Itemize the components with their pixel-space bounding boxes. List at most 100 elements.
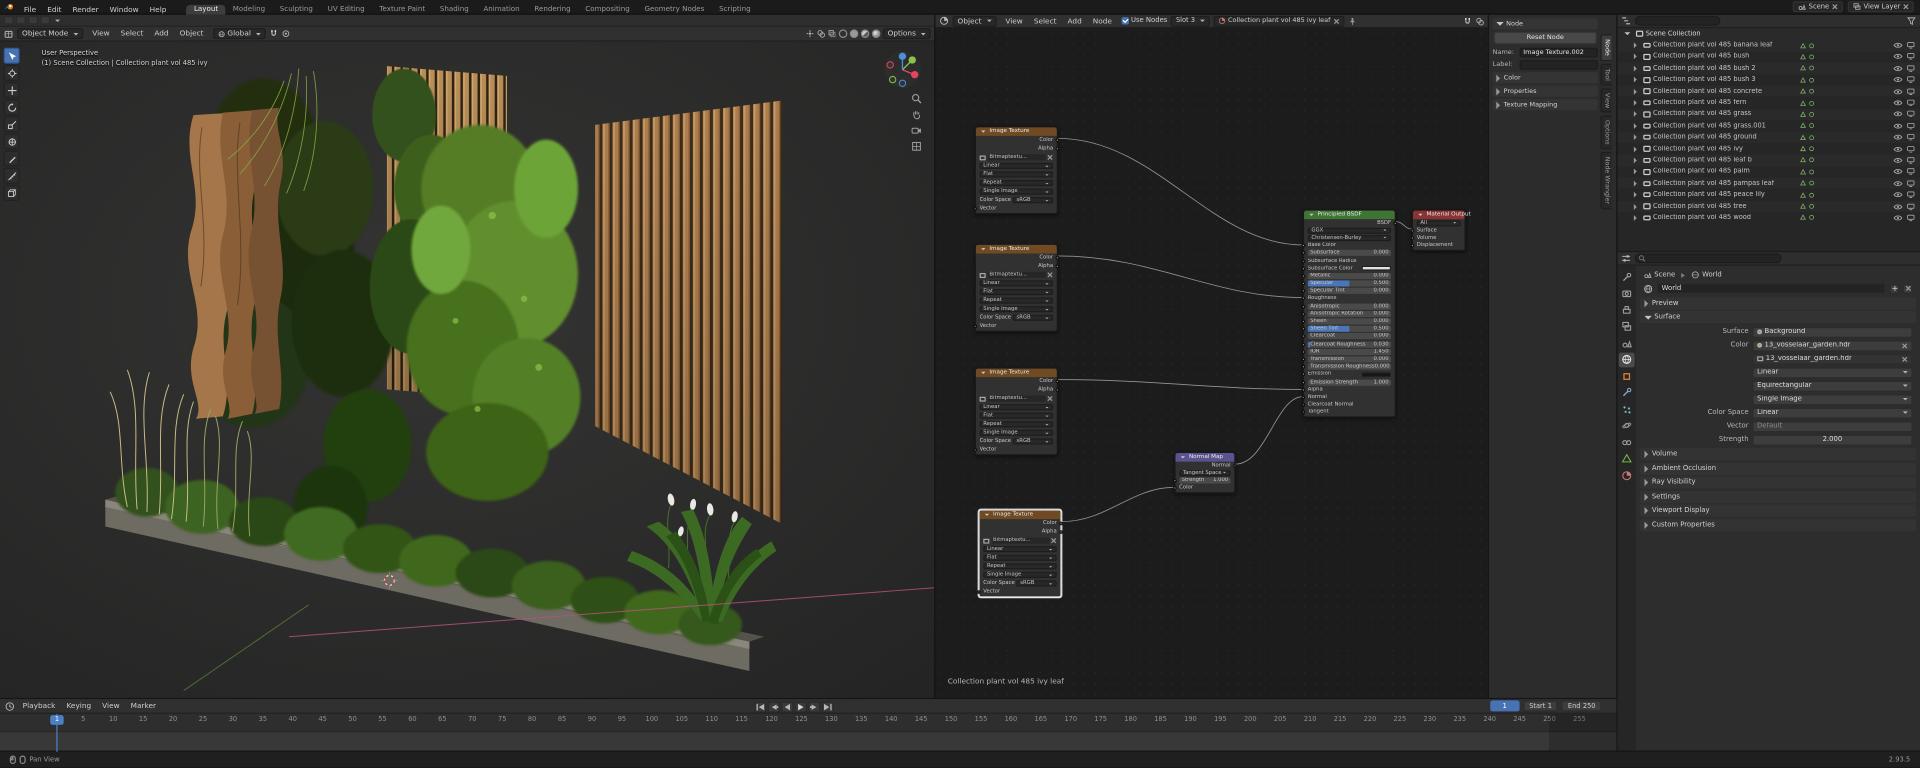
image-texture-node[interactable]: Image Texture Color Alpha Bitmaptextu...… bbox=[973, 126, 1059, 215]
proportional-edit-icon[interactable] bbox=[281, 29, 290, 38]
bsdf-input-row[interactable]: Clearcoat Roughness 0.030 bbox=[1301, 340, 1395, 348]
output-alpha[interactable]: Alpha bbox=[980, 528, 1063, 537]
input-socket[interactable] bbox=[1410, 228, 1415, 233]
image-datablock-field[interactable]: 13_vosselaar_garden.hdr bbox=[1752, 353, 1913, 365]
expand-icon[interactable] bbox=[1633, 134, 1637, 141]
surface-shader-button[interactable]: Background bbox=[1752, 326, 1913, 338]
collection-row[interactable]: Collection plant vol 485 grass bbox=[1617, 108, 1920, 121]
tab-modifiers[interactable] bbox=[1619, 385, 1635, 400]
topbar-menu-item[interactable]: File bbox=[18, 6, 41, 15]
sidebar-tab[interactable]: Node bbox=[1600, 34, 1612, 61]
alpha-socket[interactable] bbox=[1058, 530, 1063, 534]
jump-start-button[interactable] bbox=[754, 701, 767, 713]
collection-row[interactable]: Collection plant vol 485 peace lily bbox=[1618, 189, 1920, 200]
input-socket[interactable] bbox=[1301, 334, 1306, 339]
current-frame-field[interactable]: 1 bbox=[1490, 700, 1520, 712]
sidebar-tab[interactable]: View bbox=[1600, 87, 1612, 113]
collection-row[interactable]: Collection plant vol 485 wood bbox=[1618, 212, 1920, 223]
material-slot-dropdown[interactable]: Slot 3 bbox=[1171, 15, 1210, 27]
tab-constraints[interactable] bbox=[1619, 435, 1635, 450]
strength-socket[interactable] bbox=[1173, 478, 1177, 483]
properties-section-header[interactable]: Custom Properties bbox=[1639, 518, 1917, 531]
color-space-dropdown[interactable]: sRGB bbox=[1012, 438, 1054, 445]
view-layer-selector[interactable]: View Layer bbox=[1847, 1, 1914, 13]
collection-row[interactable]: Collection plant vol 485 bush 3 bbox=[1618, 74, 1920, 85]
vector-socket[interactable] bbox=[973, 448, 978, 452]
workspace-tab[interactable]: Compositing bbox=[578, 4, 637, 14]
hide-viewport-eye-icon[interactable] bbox=[1893, 168, 1903, 175]
hide-viewport-eye-icon[interactable] bbox=[1893, 134, 1903, 141]
shader-menu-item[interactable]: Select bbox=[1028, 17, 1062, 26]
normal-map-node[interactable]: Normal Map Normal Tangent Space Strength… bbox=[1173, 451, 1237, 494]
expand-icon[interactable] bbox=[1633, 122, 1637, 129]
tab-physics[interactable] bbox=[1619, 418, 1635, 433]
zoom-icon[interactable] bbox=[911, 93, 922, 104]
node-canvas[interactable]: Image Texture Color Alpha Bitmaptextu...… bbox=[935, 28, 1488, 698]
scene-selector[interactable]: Scene bbox=[1792, 1, 1843, 13]
input-socket[interactable] bbox=[1301, 365, 1306, 369]
collapse-icon[interactable] bbox=[981, 248, 986, 251]
show-gizmo-icon[interactable] bbox=[806, 29, 815, 38]
pin-icon[interactable] bbox=[1348, 17, 1357, 26]
distribution-dropdown[interactable]: GGX bbox=[1307, 227, 1392, 234]
new-world-button[interactable] bbox=[1889, 283, 1900, 294]
input-socket[interactable] bbox=[1410, 243, 1415, 248]
expand-icon[interactable] bbox=[1633, 145, 1637, 152]
close-icon[interactable] bbox=[1902, 342, 1908, 348]
start-frame-field[interactable]: Start 1 bbox=[1523, 700, 1559, 712]
hide-viewport-eye-icon[interactable] bbox=[1893, 180, 1903, 187]
bsdf-input-row[interactable]: Subsurface Radius bbox=[1301, 257, 1395, 265]
image-texture-node[interactable]: Image Texture Color Alpha Bitmaptextu...… bbox=[973, 243, 1059, 332]
space-dropdown[interactable]: Tangent Space bbox=[1179, 469, 1231, 477]
workspace-tab[interactable]: Rendering bbox=[527, 4, 578, 14]
pan-hand-icon[interactable] bbox=[911, 109, 922, 120]
tab-render[interactable] bbox=[1619, 286, 1635, 301]
color-socket[interactable] bbox=[1055, 138, 1059, 143]
collection-row[interactable]: Collection plant vol 485 banana leaf bbox=[1617, 39, 1920, 52]
node-header[interactable]: Image Texture bbox=[979, 510, 1061, 520]
tab-material[interactable] bbox=[1619, 468, 1635, 483]
image-datablock[interactable]: Bitmaptextu... bbox=[976, 394, 1057, 403]
bsdf-input-row[interactable]: Subsurface Color bbox=[1301, 265, 1395, 273]
tool-add-cube[interactable] bbox=[3, 184, 20, 201]
unlink-image-icon[interactable] bbox=[1047, 154, 1053, 160]
surface-section-header[interactable]: Surface bbox=[1639, 311, 1917, 324]
properties-section-header[interactable]: Ray Visibility bbox=[1639, 476, 1917, 489]
input-socket[interactable] bbox=[1301, 243, 1306, 248]
image-datablock[interactable]: Bitmaptextu... bbox=[980, 536, 1061, 545]
strength-slider[interactable]: 2.000 bbox=[1752, 434, 1913, 446]
tool-option-icon[interactable] bbox=[28, 15, 38, 25]
source-dropdown[interactable]: Single Image bbox=[983, 571, 1057, 578]
disable-render-icon[interactable] bbox=[1907, 134, 1916, 141]
image-datablock[interactable]: Bitmaptextu... bbox=[976, 271, 1057, 280]
tool-annotate[interactable] bbox=[3, 150, 20, 167]
input-socket[interactable] bbox=[1301, 349, 1306, 354]
input-socket[interactable] bbox=[1301, 387, 1306, 392]
projection-dropdown[interactable]: Flat bbox=[979, 171, 1054, 178]
disable-render-icon[interactable] bbox=[1907, 157, 1916, 164]
topbar-menu-item[interactable]: Edit bbox=[42, 6, 67, 15]
playhead-frame-label[interactable]: 1 bbox=[50, 715, 64, 725]
viewport-menu-item[interactable]: Add bbox=[149, 29, 174, 38]
collection-row[interactable]: Collection plant vol 485 tree bbox=[1617, 200, 1920, 213]
unlink-image-icon[interactable] bbox=[1047, 396, 1053, 402]
projection-dropdown[interactable]: Equirectangular bbox=[1752, 380, 1913, 392]
hide-viewport-eye-icon[interactable] bbox=[1893, 88, 1903, 95]
expand-icon[interactable] bbox=[1633, 65, 1637, 72]
output-input-row[interactable]: Volume bbox=[1410, 234, 1464, 242]
properties-section-header[interactable]: Volume bbox=[1639, 448, 1917, 461]
color-swatch[interactable] bbox=[1361, 372, 1392, 377]
sidebar-section-header[interactable]: Texture Mapping bbox=[1492, 99, 1598, 111]
disable-render-icon[interactable] bbox=[1907, 168, 1916, 176]
prev-keyframe-button[interactable] bbox=[767, 701, 780, 713]
overlays-icon[interactable] bbox=[817, 29, 826, 38]
collection-row[interactable]: Collection plant vol 485 palm bbox=[1618, 166, 1920, 177]
sidebar-section-header[interactable]: Properties bbox=[1492, 85, 1598, 97]
hide-viewport-eye-icon[interactable] bbox=[1893, 122, 1903, 129]
hide-viewport-eye-icon[interactable] bbox=[1893, 53, 1903, 60]
tool-transform[interactable] bbox=[3, 133, 20, 150]
bsdf-input-row[interactable]: Emission bbox=[1301, 371, 1395, 379]
timeline-menu-item[interactable]: Keying bbox=[61, 702, 97, 711]
extension-dropdown[interactable]: Repeat bbox=[979, 297, 1054, 304]
output-color[interactable]: Color bbox=[980, 519, 1063, 528]
